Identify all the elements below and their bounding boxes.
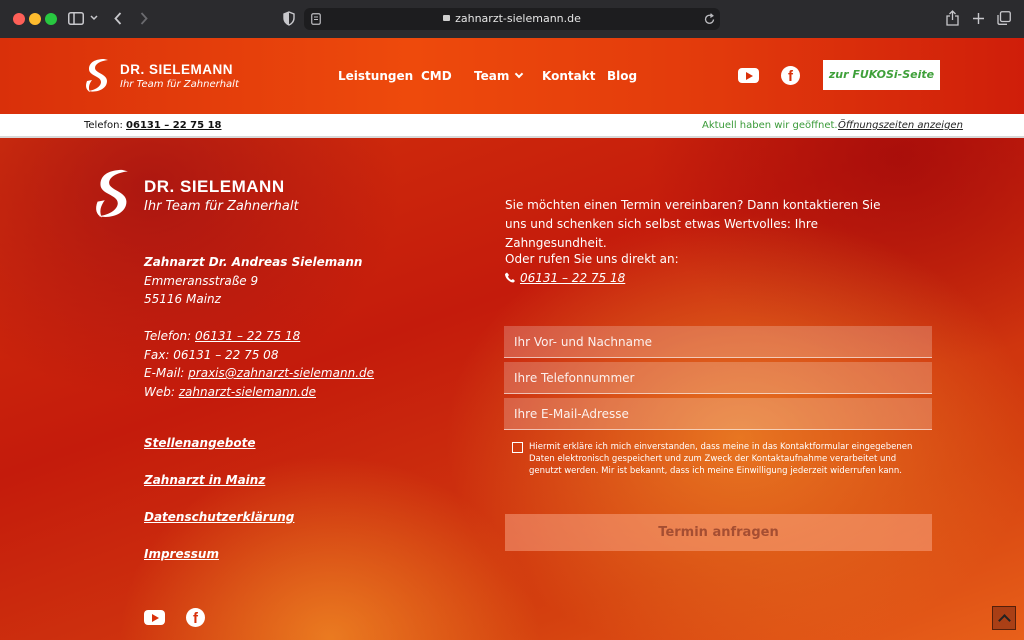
minimize-window-button[interactable]: [29, 13, 41, 25]
practice-city: 55116 Mainz: [144, 292, 221, 306]
logo-tagline: Ihr Team für Zahnerhalt: [120, 79, 239, 90]
footer-logo-tagline: Ihr Team für Zahnerhalt: [144, 199, 299, 214]
infobar-phone: Telefon: 06131 – 22 75 18: [84, 120, 222, 131]
footer-logo[interactable]: DR. SIELEMANN Ihr Team für Zahnerhalt: [93, 167, 333, 221]
nav-item-leistungen[interactable]: Leistungen: [338, 69, 413, 83]
contact-phone-row: Telefon: 06131 – 22 75 18: [144, 329, 301, 343]
nav-item-blog[interactable]: Blog: [607, 69, 637, 83]
contact-phone-link[interactable]: 06131 – 22 75 18: [195, 329, 300, 343]
page: DR. SIELEMANN Ihr Team für Zahnerhalt Le…: [0, 38, 1024, 640]
open-status: Aktuell haben wir geöffnet.: [702, 120, 838, 131]
facebook-icon: f: [781, 66, 800, 85]
fukosi-button[interactable]: zur FUKOSi-Seite: [823, 60, 940, 90]
facebook-icon: f: [186, 608, 205, 627]
sidebar-toggle-icon[interactable]: [68, 12, 84, 25]
new-tab-icon[interactable]: [972, 12, 985, 25]
datenschutz-link[interactable]: Datenschutzerklärung: [144, 510, 294, 524]
nav-item-team[interactable]: Team: [474, 69, 524, 83]
contact-web-link[interactable]: zahnarzt-sielemann.de: [179, 385, 316, 399]
contact-fax-row: Fax: 06131 – 22 75 08: [144, 347, 279, 362]
call-us-number-link[interactable]: 06131 – 22 75 18: [505, 271, 625, 285]
opening-hours-link[interactable]: Öffnungszeiten anzeigen: [838, 120, 963, 131]
email-input[interactable]: [504, 398, 932, 430]
share-icon[interactable]: [946, 10, 959, 26]
infobar-phone-link[interactable]: 06131 – 22 75 18: [126, 120, 221, 131]
consent-checkbox[interactable]: [512, 442, 523, 453]
contact-email-link[interactable]: praxis@zahnarzt-sielemann.de: [188, 366, 374, 380]
phone-icon: [505, 272, 515, 283]
youtube-icon: [738, 68, 759, 83]
forward-icon[interactable]: [140, 12, 148, 25]
back-icon[interactable]: [114, 12, 122, 25]
practice-name: Zahnarzt Dr. Andreas Sielemann: [144, 255, 363, 269]
appointment-intro: Sie möchten einen Termin vereinbaren? Da…: [505, 198, 881, 250]
practice-street: Emmeransstraße 9: [144, 273, 259, 288]
address-bar[interactable]: zahnarzt-sielemann.de: [304, 8, 720, 30]
footer-logo-name: DR. SIELEMANN: [144, 177, 285, 196]
logo-name: DR. SIELEMANN: [120, 62, 234, 77]
nav-item-cmd[interactable]: CMD: [421, 69, 452, 83]
zahnarzt-mainz-link[interactable]: Zahnarzt in Mainz: [144, 473, 265, 487]
nav-item-kontakt[interactable]: Kontakt: [542, 69, 595, 83]
stellenangebote-link[interactable]: Stellenangebote: [144, 436, 256, 450]
phone-input[interactable]: [504, 362, 932, 394]
chevron-down-icon: [515, 69, 524, 79]
youtube-icon: [144, 610, 165, 625]
logo-s-icon: [86, 59, 108, 92]
tab-overview-icon[interactable]: [997, 11, 1011, 25]
browser-toolbar: zahnarzt-sielemann.de: [0, 0, 1024, 38]
logo-s-icon: [96, 169, 128, 218]
privacy-shield-icon[interactable]: [283, 11, 295, 26]
site-header: DR. SIELEMANN Ihr Team für Zahnerhalt Le…: [0, 38, 1024, 114]
practice-contact: Telefon: 06131 – 22 75 18 Fax: 06131 – 2…: [144, 327, 374, 401]
scroll-to-top-button[interactable]: [992, 606, 1016, 630]
chevron-down-icon[interactable]: [90, 15, 98, 21]
practice-address: Zahnarzt Dr. Andreas Sielemann Emmeranss…: [144, 253, 362, 309]
zoom-window-button[interactable]: [45, 13, 57, 25]
url-text: zahnarzt-sielemann.de: [304, 12, 720, 25]
contact-web-row: Web: zahnarzt-sielemann.de: [144, 384, 316, 399]
lock-icon: [443, 15, 451, 21]
consent-text: Hiermit erkläre ich mich einverstanden, …: [529, 442, 913, 476]
close-window-button[interactable]: [13, 13, 25, 25]
request-appointment-button[interactable]: Termin anfragen: [505, 514, 932, 551]
contact-email-row: E-Mail: praxis@zahnarzt-sielemann.de: [144, 366, 375, 380]
header-logo[interactable]: DR. SIELEMANN Ihr Team für Zahnerhalt: [84, 57, 254, 97]
impressum-link[interactable]: Impressum: [144, 547, 219, 561]
name-input[interactable]: [504, 326, 932, 358]
call-us-text: Oder rufen Sie uns direkt an:: [505, 252, 679, 266]
reload-icon[interactable]: [704, 13, 715, 25]
info-bar: Telefon: 06131 – 22 75 18 Aktuell haben …: [0, 114, 1024, 138]
